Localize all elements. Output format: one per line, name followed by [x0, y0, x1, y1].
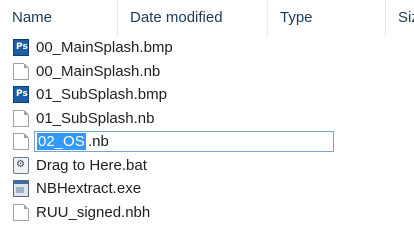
- executable-icon: [13, 180, 29, 197]
- document-icon: [13, 133, 29, 150]
- document-icon: [13, 203, 29, 221]
- file-name: 00_MainSplash.bmp: [36, 39, 173, 56]
- rename-selected-text: 02_OS: [37, 133, 86, 150]
- file-row-00-mainsplash-bmp[interactable]: Ps 00_MainSplash.bmp: [0, 36, 414, 60]
- rename-extension-text: .nb: [88, 133, 109, 150]
- batch-file-icon: ⚙: [13, 156, 29, 174]
- file-name: 00_MainSplash.nb: [36, 62, 161, 80]
- file-row-01-subsplash-nb[interactable]: 01_SubSplash.nb: [0, 107, 414, 131]
- column-header-type[interactable]: Type: [267, 0, 385, 36]
- file-row-01-subsplash-bmp[interactable]: Ps 01_SubSplash.bmp: [0, 83, 414, 107]
- column-header-size[interactable]: Siz: [385, 0, 414, 36]
- file-name: RUU_signed.nbh: [36, 203, 151, 221]
- file-row-drag-to-here-bat[interactable]: ⚙ Drag to Here.bat: [0, 154, 414, 178]
- column-header-date-modified[interactable]: Date modified: [117, 0, 267, 36]
- file-name: 01_SubSplash.nb: [36, 109, 155, 127]
- file-row-00-mainsplash-nb[interactable]: 00_MainSplash.nb: [0, 60, 414, 84]
- file-row-02-os-nb[interactable]: 02_OS .nb: [0, 130, 414, 154]
- file-row-nbhextract-exe[interactable]: NBHextract.exe: [0, 177, 414, 201]
- file-name: 01_SubSplash.bmp: [36, 86, 167, 103]
- photoshop-file-icon: Ps: [13, 39, 29, 56]
- photoshop-file-icon: Ps: [13, 86, 29, 103]
- rename-input[interactable]: 02_OS .nb: [34, 131, 334, 152]
- file-row-ruu-signed-nbh[interactable]: RUU_signed.nbh: [0, 201, 414, 225]
- file-list: Ps 00_MainSplash.bmp 00_MainSplash.nb Ps…: [0, 36, 414, 224]
- file-name: Drag to Here.bat: [36, 156, 147, 174]
- column-header-name[interactable]: Name: [0, 0, 117, 36]
- column-header-bar: Name Date modified Type Siz: [0, 0, 414, 36]
- document-icon: [13, 109, 29, 127]
- file-name: NBHextract.exe: [36, 180, 142, 197]
- document-icon: [13, 62, 29, 80]
